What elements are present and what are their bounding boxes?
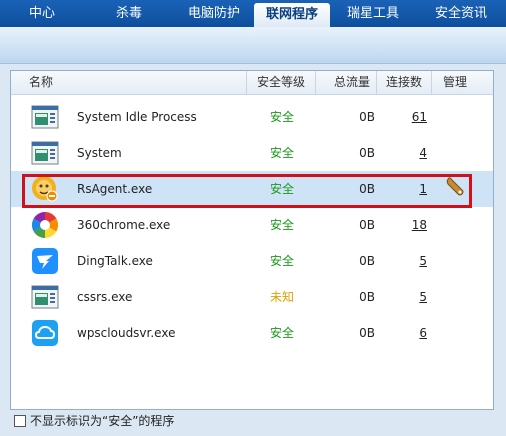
safety-level: 安全 (269, 218, 294, 232)
system-window-icon (31, 283, 59, 311)
total-traffic: 0B (359, 182, 375, 196)
safety-level: 安全 (269, 326, 294, 340)
table-row[interactable]: wpscloudsvr.exe 安全 0B 6 (11, 315, 493, 351)
hide-safe-label: 不显示标识为“安全”的程序 (30, 414, 175, 428)
connection-count-link[interactable]: 18 (379, 207, 427, 243)
table-row[interactable]: RsAgent.exe 安全 0B 1 (11, 171, 493, 207)
table-row[interactable]: cssrs.exe 未知 0B 5 (11, 279, 493, 315)
total-traffic: 0B (359, 110, 375, 124)
tab-pc-protection[interactable]: 电脑防护 (174, 0, 254, 27)
safety-level: 安全 (269, 110, 294, 124)
tab-center[interactable]: 中心 (0, 0, 84, 27)
program-name: System Idle Process (77, 110, 197, 124)
rising-lion-icon (31, 175, 59, 203)
program-name: System (77, 146, 122, 160)
360chrome-icon (31, 211, 59, 239)
program-name: wpscloudsvr.exe (77, 326, 176, 340)
tab-network-programs[interactable]: 联网程序 (254, 3, 330, 27)
column-header-safety[interactable]: 安全等级 (247, 71, 316, 94)
footer-filter[interactable]: 不显示标识为“安全”的程序 (14, 412, 174, 430)
system-window-icon (31, 139, 59, 167)
table-row[interactable]: System Idle Process 安全 0B 61 (11, 99, 493, 135)
connection-count-link[interactable]: 61 (379, 99, 427, 135)
total-traffic: 0B (359, 326, 375, 340)
system-window-icon (31, 103, 59, 131)
wrench-icon[interactable] (443, 175, 471, 203)
safety-level: 安全 (269, 254, 294, 268)
top-navigation: 中心 杀毒 电脑防护 联网程序 瑞星工具 安全资讯 (0, 0, 506, 27)
total-traffic: 0B (359, 254, 375, 268)
program-name: 360chrome.exe (77, 218, 171, 232)
safety-level: 安全 (269, 182, 294, 196)
column-header-connections[interactable]: 连接数 (377, 71, 432, 94)
tab-antivirus[interactable]: 杀毒 (84, 0, 174, 27)
total-traffic: 0B (359, 218, 375, 232)
table-row[interactable]: DingTalk.exe 安全 0B 5 (11, 243, 493, 279)
total-traffic: 0B (359, 290, 375, 304)
tab-rising-tools[interactable]: 瑞星工具 (330, 0, 416, 27)
program-list-panel: 名称 安全等级 总流量 连接数 管理 System Idle Process 安全… (10, 70, 494, 410)
tab-security-news[interactable]: 安全资讯 (416, 0, 506, 27)
connection-count-link[interactable]: 1 (379, 171, 427, 207)
table-row[interactable]: 360chrome.exe 安全 0B 18 (11, 207, 493, 243)
column-header-name[interactable]: 名称 (11, 71, 247, 94)
hide-safe-checkbox[interactable] (14, 415, 26, 427)
connection-count-link[interactable]: 5 (379, 279, 427, 315)
table-header: 名称 安全等级 总流量 连接数 管理 (11, 71, 493, 95)
column-header-traffic[interactable]: 总流量 (315, 71, 377, 94)
dingtalk-icon (31, 247, 59, 275)
wps-cloud-icon (31, 319, 59, 347)
program-name: DingTalk.exe (77, 254, 153, 268)
program-name: cssrs.exe (77, 290, 133, 304)
total-traffic: 0B (359, 146, 375, 160)
toolbar-band (0, 27, 506, 64)
table-row[interactable]: System 安全 0B 4 (11, 135, 493, 171)
program-name: RsAgent.exe (77, 182, 153, 196)
safety-level: 安全 (269, 146, 294, 160)
connection-count-link[interactable]: 5 (379, 243, 427, 279)
safety-level: 未知 (269, 290, 294, 304)
column-header-manage: 管理 (442, 75, 467, 89)
connection-count-link[interactable]: 6 (379, 315, 427, 351)
connection-count-link[interactable]: 4 (379, 135, 427, 171)
